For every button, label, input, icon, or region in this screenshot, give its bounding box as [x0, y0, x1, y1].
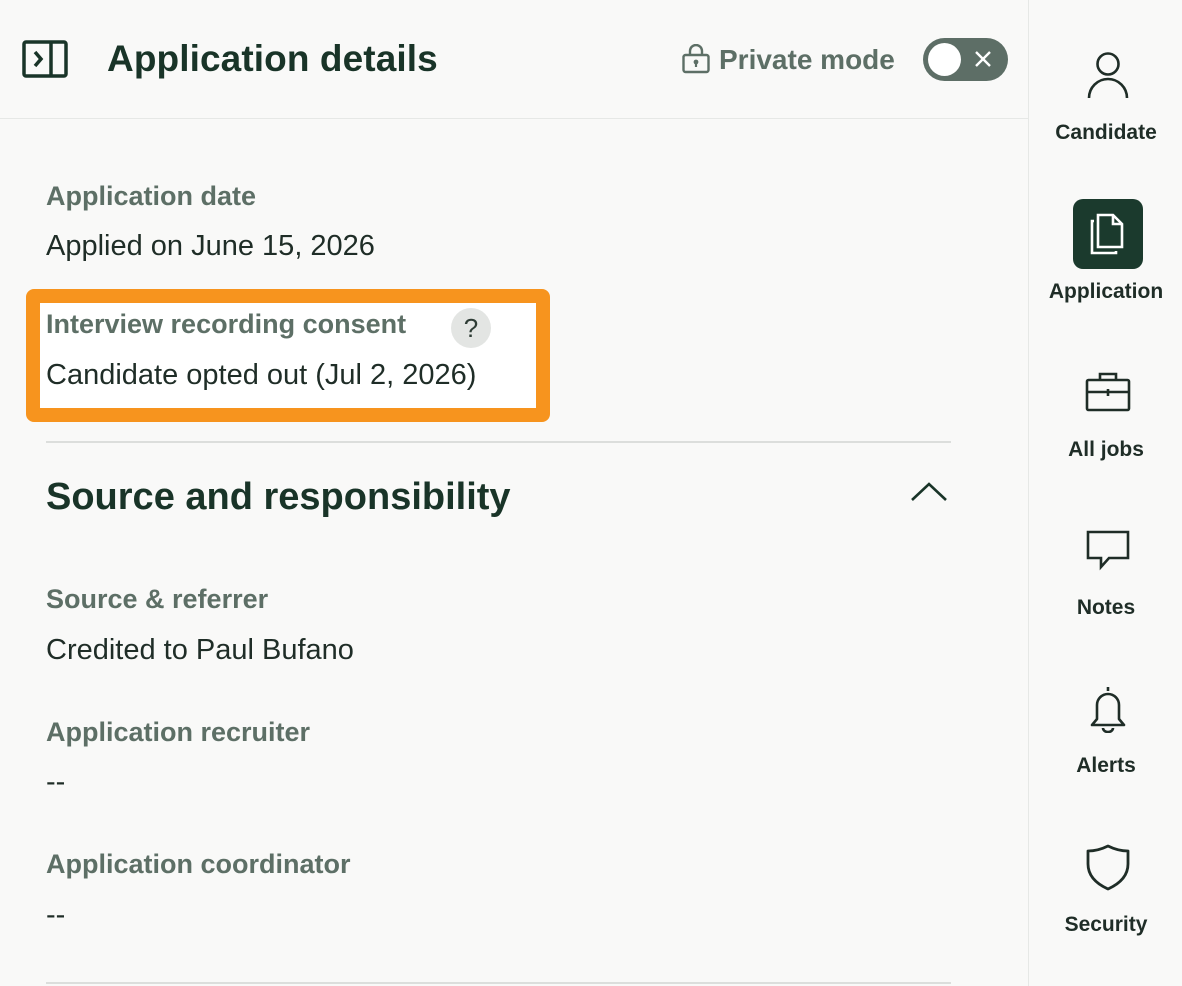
- speech-bubble-icon: [1086, 530, 1130, 571]
- nav-item-alerts[interactable]: Alerts: [1029, 673, 1182, 813]
- panel-header: Application details Private mode: [0, 0, 1028, 119]
- nav-item-application[interactable]: Application: [1029, 199, 1182, 339]
- recording-consent-value: Candidate opted out (Jul 2, 2026): [46, 359, 477, 391]
- nav-label: Candidate: [1055, 121, 1157, 144]
- divider: [46, 441, 951, 443]
- private-mode-toggle[interactable]: [923, 38, 1008, 81]
- close-icon: [975, 51, 991, 67]
- application-coordinator-value: --: [46, 899, 66, 931]
- help-icon[interactable]: ?: [451, 308, 491, 348]
- application-date-label: Application date: [46, 181, 257, 211]
- source-referrer-value: Credited to Paul Bufano: [46, 634, 354, 666]
- shield-icon: [1086, 844, 1130, 891]
- recording-consent-label: Interview recording consent: [46, 309, 407, 339]
- side-nav: Candidate Application All jobs Notes Ale…: [1028, 0, 1182, 986]
- person-icon: [1087, 52, 1129, 99]
- nav-item-candidate[interactable]: Candidate: [1029, 40, 1182, 180]
- page-title: Application details: [107, 38, 438, 79]
- briefcase-icon: [1085, 372, 1131, 412]
- divider: [46, 982, 951, 984]
- nav-label: Alerts: [1076, 754, 1136, 777]
- application-coordinator-label: Application coordinator: [46, 849, 351, 879]
- nav-label: Security: [1064, 913, 1148, 936]
- chevron-up-icon[interactable]: [908, 478, 950, 508]
- nav-item-security[interactable]: Security: [1029, 832, 1182, 972]
- bell-icon: [1090, 687, 1126, 733]
- application-recruiter-value: --: [46, 766, 66, 798]
- nav-item-notes[interactable]: Notes: [1029, 515, 1182, 655]
- source-referrer-label: Source & referrer: [46, 584, 269, 614]
- application-details-panel: Application details Private mode Applica…: [0, 0, 1028, 986]
- toggle-knob: [928, 43, 961, 76]
- documents-icon: [1090, 213, 1124, 255]
- lock-icon: [682, 44, 710, 74]
- nav-label: All jobs: [1068, 438, 1144, 461]
- section-title: Source and responsibility: [46, 476, 511, 518]
- nav-label: Notes: [1076, 596, 1136, 619]
- private-mode-label: Private mode: [719, 44, 895, 75]
- nav-item-all-jobs[interactable]: All jobs: [1029, 357, 1182, 497]
- panel-collapse-icon: [22, 40, 68, 78]
- nav-label: Application: [1048, 280, 1164, 303]
- application-recruiter-label: Application recruiter: [46, 717, 311, 747]
- collapse-panel-button[interactable]: [22, 40, 68, 78]
- application-date-value: Applied on June 15, 2026: [46, 230, 375, 262]
